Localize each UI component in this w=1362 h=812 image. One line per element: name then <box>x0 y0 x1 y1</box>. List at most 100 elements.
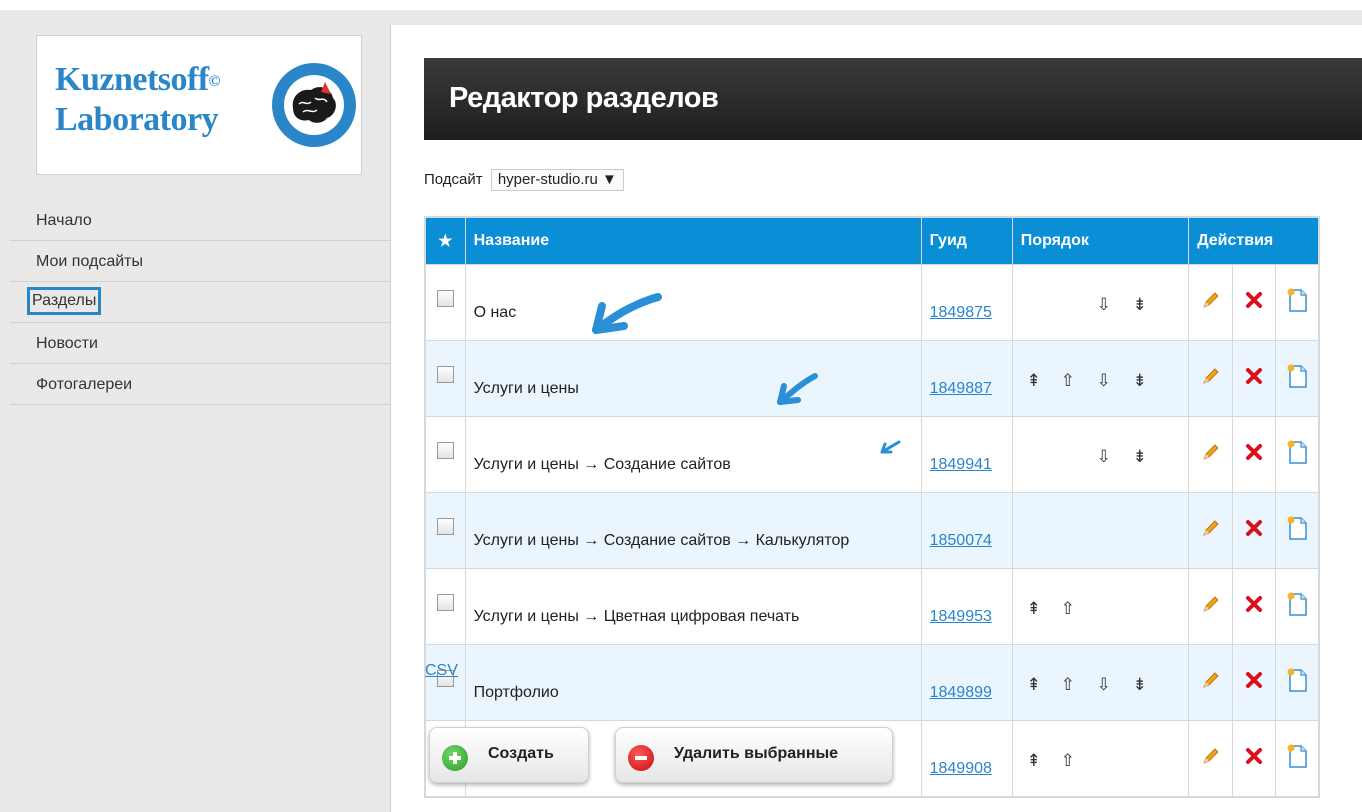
delete-x-icon[interactable] <box>1245 519 1263 537</box>
delete-x-icon[interactable] <box>1245 443 1263 461</box>
section-name: Услуги и цены → Создание сайтов <box>464 416 922 493</box>
edit-cell <box>1188 492 1234 569</box>
guid-cell: 1849908 <box>920 720 1013 798</box>
section-name: Услуги и цены → Создание сайтов → Кальку… <box>464 492 922 569</box>
order-cell: ⇩ ⇟ <box>1011 416 1190 493</box>
guid-link[interactable]: 1849908 <box>930 760 992 777</box>
guid-link[interactable]: 1849899 <box>930 684 992 701</box>
nav-item-sections[interactable]: Разделы <box>10 282 390 323</box>
top-strip <box>0 0 1362 10</box>
table-row: Услуги и цены → Создание сайтов 1849941 ⇩ ⇟ <box>424 416 1320 493</box>
delete-x-icon[interactable] <box>1245 747 1263 765</box>
move-top-icon[interactable]: ⇞ <box>1025 751 1043 771</box>
delete-x-icon[interactable] <box>1245 367 1263 385</box>
subsite-value: hyper-studio.ru <box>497 171 598 188</box>
sidebar: Kuznetsoff© Laboratory Начало Мои подсай… <box>0 10 390 812</box>
move-bottom-icon[interactable]: ⇟ <box>1131 675 1149 695</box>
table-header-row: ★ Название Гуид Порядок Действия <box>424 216 1320 265</box>
row-checkbox-cell <box>424 644 466 721</box>
new-page-cell <box>1275 416 1320 493</box>
row-checkbox-cell <box>424 264 466 341</box>
copyright-mark: © <box>208 73 221 90</box>
pencil-icon[interactable] <box>1200 669 1222 691</box>
pencil-icon[interactable] <box>1200 593 1222 615</box>
move-down-icon[interactable]: ⇩ <box>1095 447 1113 467</box>
move-down-icon[interactable]: ⇩ <box>1095 295 1113 315</box>
guid-link[interactable]: 1849875 <box>930 304 992 321</box>
row-checkbox[interactable] <box>436 517 454 535</box>
move-up-icon[interactable]: ⇧ <box>1059 371 1077 391</box>
subsite-label: Подсайт <box>424 171 483 188</box>
new-page-icon[interactable] <box>1285 363 1309 389</box>
delete-selected-button[interactable]: Удалить выбранные <box>615 727 893 783</box>
nav-item-my-subsites[interactable]: Мои подсайты <box>10 241 390 282</box>
guid-cell: 1850074 <box>920 492 1013 569</box>
guid-cell: 1849899 <box>920 644 1013 721</box>
move-bottom-icon[interactable]: ⇟ <box>1131 371 1149 391</box>
move-up-icon[interactable]: ⇧ <box>1059 599 1077 619</box>
move-up-icon[interactable]: ⇧ <box>1059 751 1077 771</box>
guid-cell: 1849941 <box>920 416 1013 493</box>
guid-link[interactable]: 1849887 <box>930 380 992 397</box>
csv-link[interactable]: CSV <box>425 662 458 680</box>
pencil-icon[interactable] <box>1200 365 1222 387</box>
pencil-icon[interactable] <box>1200 441 1222 463</box>
column-header-name[interactable]: Название <box>464 216 922 265</box>
pencil-icon[interactable] <box>1200 517 1222 539</box>
column-header-guid[interactable]: Гуид <box>920 216 1013 265</box>
guid-link[interactable]: 1849953 <box>930 608 992 625</box>
plus-icon <box>442 745 468 771</box>
nav-item-home[interactable]: Начало <box>10 200 390 241</box>
select-all-star-icon[interactable]: ★ <box>424 216 466 265</box>
new-page-icon[interactable] <box>1285 515 1309 541</box>
pencil-icon[interactable] <box>1200 745 1222 767</box>
create-button[interactable]: Создать <box>429 727 589 783</box>
logo-line1: Kuznetsoff <box>55 61 209 98</box>
edit-cell <box>1188 720 1234 798</box>
nav-item-photo-galleries[interactable]: Фотогалереи <box>10 364 390 405</box>
delete-x-icon[interactable] <box>1245 595 1263 613</box>
nav-item-label: Начало <box>36 212 92 229</box>
new-page-icon[interactable] <box>1285 287 1309 313</box>
move-down-icon[interactable]: ⇩ <box>1095 371 1113 391</box>
move-down-icon[interactable]: ⇩ <box>1095 675 1113 695</box>
pencil-icon[interactable] <box>1200 289 1222 311</box>
table-row: Услуги и цены 1849887 ⇞ ⇧ ⇩ ⇟ <box>424 340 1320 417</box>
sections-table: ★ Название Гуид Порядок Действия О нас 18… <box>424 216 1320 798</box>
delete-x-icon[interactable] <box>1245 671 1263 689</box>
logo-text: Kuznetsoff© Laboratory <box>55 60 221 140</box>
row-checkbox[interactable] <box>436 593 454 611</box>
nav-item-news[interactable]: Новости <box>10 323 390 364</box>
new-page-icon[interactable] <box>1285 439 1309 465</box>
move-bottom-icon[interactable]: ⇟ <box>1131 295 1149 315</box>
brain-badge-icon <box>272 63 356 147</box>
move-bottom-icon[interactable]: ⇟ <box>1131 447 1149 467</box>
move-up-icon[interactable]: ⇧ <box>1059 675 1077 695</box>
move-top-icon[interactable]: ⇞ <box>1025 599 1043 619</box>
row-checkbox[interactable] <box>436 441 454 459</box>
table-body: О нас 1849875 ⇩ ⇟ Услуги и цены 1849887 ⇞ ⇧ ⇩ ⇟ Ус… <box>424 264 1320 798</box>
move-top-icon[interactable]: ⇞ <box>1025 675 1043 695</box>
page-title: Редактор разделов <box>449 82 719 114</box>
move-top-icon[interactable]: ⇞ <box>1025 371 1043 391</box>
column-header-actions: Действия <box>1188 216 1320 265</box>
guid-link[interactable]: 1850074 <box>930 532 992 549</box>
delete-cell <box>1232 720 1277 798</box>
logo-line2: Laboratory <box>55 101 219 138</box>
row-checkbox-cell <box>424 492 466 569</box>
subsite-dropdown[interactable]: hyper-studio.ru ▼ <box>490 169 624 191</box>
guid-cell: 1849875 <box>920 264 1013 341</box>
row-checkbox[interactable] <box>436 365 454 383</box>
row-checkbox-cell <box>424 416 466 493</box>
row-checkbox[interactable] <box>436 289 454 307</box>
new-page-icon[interactable] <box>1285 591 1309 617</box>
logo[interactable]: Kuznetsoff© Laboratory <box>36 35 362 175</box>
delete-x-icon[interactable] <box>1245 291 1263 309</box>
edit-cell <box>1188 340 1234 417</box>
new-page-icon[interactable] <box>1285 743 1309 769</box>
delete-cell <box>1232 492 1277 569</box>
order-cell: ⇞ ⇧ ⇩ ⇟ <box>1011 340 1190 417</box>
guid-link[interactable]: 1849941 <box>930 456 992 473</box>
delete-cell <box>1232 264 1277 341</box>
new-page-icon[interactable] <box>1285 667 1309 693</box>
